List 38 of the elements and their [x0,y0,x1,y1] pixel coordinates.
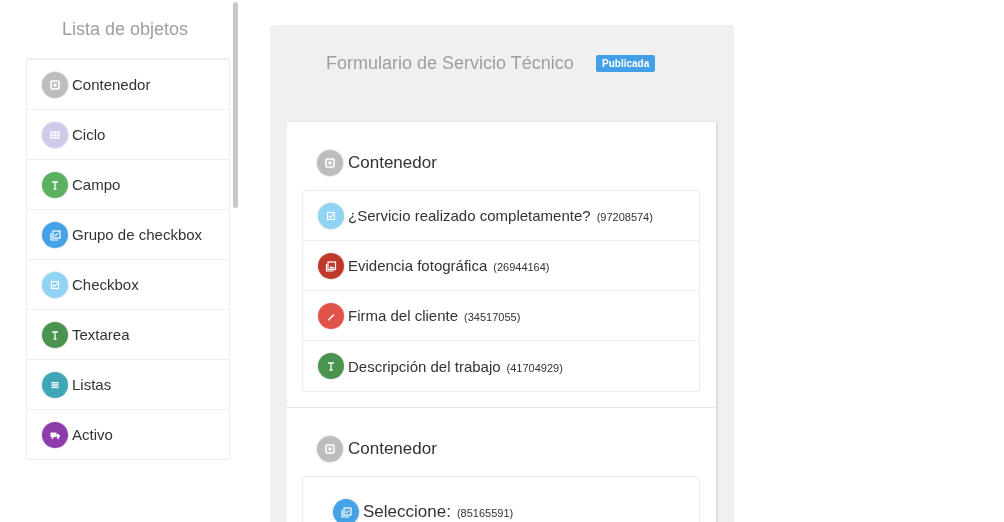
grid-icon [317,150,343,176]
grid-icon [42,71,68,98]
grid-icon [317,436,343,462]
checkbox-stack-icon [42,221,68,248]
letter-t-icon [318,353,344,379]
object-item[interactable]: Contenedor [27,60,229,110]
object-item[interactable]: Checkbox [27,260,229,310]
object-item[interactable]: Listas [27,360,229,410]
image-icon [318,252,344,279]
truck-icon [42,421,68,448]
letter-t-icon [42,321,68,348]
status-badge: Publicada [596,55,656,72]
letter-t-icon [42,171,68,198]
object-item[interactable]: Campo [27,160,229,210]
field-label[interactable]: Descripción del trabajo [348,357,501,375]
field-id: (41704929) [506,360,563,374]
field-label[interactable]: Seleccione: [363,504,451,520]
checkbox-icon [318,202,344,229]
object-item[interactable]: Textarea [27,310,229,360]
field-label[interactable]: ¿Servicio realizado completamente? [348,207,591,224]
list-icon [42,371,68,398]
section-heading: Contenedor [348,153,437,173]
section-heading: Contenedor [348,439,437,459]
field-id: (97208574) [596,210,653,223]
field-label[interactable]: Firma del cliente [348,307,459,324]
sidebar-title: Lista de objetos [60,18,190,41]
object-item[interactable]: Grupo de checkbox [27,210,229,260]
field-id: (34517055) [464,310,521,323]
object-item[interactable]: Activo [27,410,229,460]
scrollbar[interactable] [233,2,238,208]
object-item[interactable]: Ciclo [27,110,229,160]
checkbox-icon [42,271,68,298]
field-id: (26944164) [493,260,550,273]
field-label[interactable]: Evidencia fotográfica [348,257,488,274]
table-icon [42,121,68,148]
form-title: Formulario de Servicio Técnico [326,53,575,74]
pencil-icon [318,302,344,329]
field-id: (85165591) [456,506,514,521]
